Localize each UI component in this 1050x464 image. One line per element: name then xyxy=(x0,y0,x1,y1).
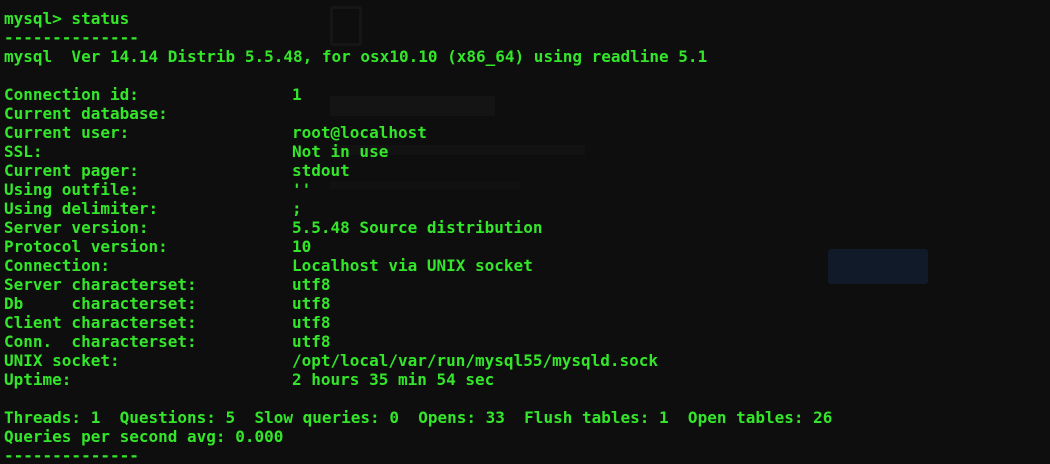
version-line: mysql Ver 14.14 Distrib 5.5.48, for osx1… xyxy=(4,47,708,66)
status-value: 5.5.48 Source distribution xyxy=(292,218,543,237)
status-key: UNIX socket: xyxy=(4,351,120,370)
status-key: Connection: xyxy=(4,256,110,275)
status-row-using-delimiter: Using delimiter:; xyxy=(4,199,832,218)
status-row-connection-id: Connection id: 1 xyxy=(4,85,832,104)
status-value: utf8 xyxy=(292,294,331,313)
status-key: Using delimiter: xyxy=(4,199,159,218)
status-row-server-version: Server version: 5.5.48 Source distributio… xyxy=(4,218,832,237)
status-row-unix-socket: UNIX socket: /opt/local/var/run/mysql55/m… xyxy=(4,351,832,370)
terminal-output: mysql> status -------------- mysql Ver 1… xyxy=(4,9,832,464)
status-value: /opt/local/var/run/mysql55/mysqld.sock xyxy=(292,351,659,370)
status-row-db-characterset: Db characterset: utf8 xyxy=(4,294,832,313)
status-key: Client characterset: xyxy=(4,313,197,332)
status-value: utf8 xyxy=(292,275,331,294)
status-value: utf8 xyxy=(292,332,331,351)
status-key: Current pager: xyxy=(4,161,139,180)
status-key: Current user: xyxy=(4,123,130,142)
status-row-ssl: SSL: Not in use xyxy=(4,142,832,161)
status-value: Localhost via UNIX socket xyxy=(292,256,533,275)
threads-summary-line: Threads: 1 Questions: 5 Slow queries: 0 … xyxy=(4,408,833,427)
status-row-uptime: Uptime: 2 hours 35 min 54 sec xyxy=(4,370,832,389)
status-row-protocol-version: Protocol version: 10 xyxy=(4,237,832,256)
terminal-window[interactable]: mysql> status -------------- mysql Ver 1… xyxy=(0,0,1050,464)
status-value: Not in use xyxy=(292,142,389,161)
command-prompt-line: mysql> status xyxy=(4,9,130,28)
separator-line: -------------- xyxy=(4,28,139,47)
background-button xyxy=(828,249,928,284)
status-row-conn-characterset: Conn. characterset: utf8 xyxy=(4,332,832,351)
status-row-connection: Connection: Localhost via UNIX socket xyxy=(4,256,832,275)
separator-line: -------------- xyxy=(4,446,139,464)
status-key: SSL: xyxy=(4,142,43,161)
status-row-client-characterset: Client characterset: utf8 xyxy=(4,313,832,332)
status-row-using-outfile: Using outfile: '' xyxy=(4,180,832,199)
status-value: root@localhost xyxy=(292,123,427,142)
status-key: Conn. characterset: xyxy=(4,332,197,351)
status-value: 1 xyxy=(292,85,302,104)
status-value: 2 hours 35 min 54 sec xyxy=(292,370,495,389)
status-value: '' xyxy=(292,180,312,199)
status-key: Uptime: xyxy=(4,370,72,389)
status-key: Current database: xyxy=(4,104,168,123)
status-value: 10 xyxy=(292,237,312,256)
status-value: stdout xyxy=(292,161,350,180)
status-key: Protocol version: xyxy=(4,237,168,256)
queries-per-second-line: Queries per second avg: 0.000 xyxy=(4,427,284,446)
status-key: Connection id: xyxy=(4,85,139,104)
status-row-current-user: Current user: root@localhost xyxy=(4,123,832,142)
status-key: Db characterset: xyxy=(4,294,197,313)
status-value: ; xyxy=(292,199,302,218)
status-key: Server version: xyxy=(4,218,149,237)
status-key: Server characterset: xyxy=(4,275,197,294)
status-row-current-database: Current database: xyxy=(4,104,832,123)
status-key: Using outfile: xyxy=(4,180,139,199)
status-row-server-characterset: Server characterset: utf8 xyxy=(4,275,832,294)
status-value: utf8 xyxy=(292,313,331,332)
status-row-current-pager: Current pager: stdout xyxy=(4,161,832,180)
